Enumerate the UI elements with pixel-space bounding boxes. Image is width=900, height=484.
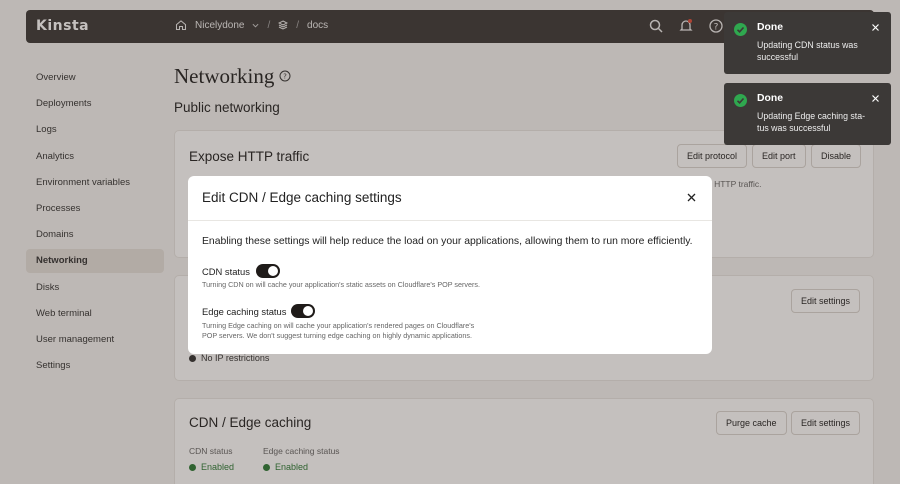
toast-title: Done	[757, 22, 783, 33]
toast-message: Updating Edge caching sta- tus was succe…	[757, 110, 877, 134]
toast-cdn-status: Done Updating CDN status was successful	[724, 12, 891, 74]
edge-caching-description-line1: Turning Edge caching on will cache your …	[202, 321, 475, 330]
close-icon[interactable]	[872, 95, 879, 102]
toast-edge-caching-status: Done Updating Edge caching sta- tus was …	[724, 83, 891, 145]
toast-title: Done	[757, 93, 783, 104]
modal-title: Edit CDN / Edge caching settings	[202, 190, 402, 205]
toast-message-line: successful	[757, 52, 799, 62]
toast-message-line: Updating Edge caching sta-	[757, 111, 866, 121]
modal-intro: Enabling these settings will help reduce…	[202, 236, 693, 247]
close-icon[interactable]	[872, 24, 879, 31]
cdn-status-toggle-label: CDN status	[202, 266, 250, 277]
check-circle-icon	[734, 94, 747, 107]
edge-caching-description-line2: POP servers. We don't suggest turning ed…	[202, 331, 472, 340]
edge-caching-toggle-label: Edge caching status	[202, 306, 287, 317]
modal-header: Edit CDN / Edge caching settings	[188, 176, 712, 221]
edge-caching-toggle[interactable]	[291, 304, 315, 318]
toast-message-line: tus was successful	[757, 123, 831, 133]
cdn-status-description: Turning CDN on will cache your applicati…	[202, 280, 480, 289]
cdn-status-toggle[interactable]	[256, 264, 280, 278]
check-circle-icon	[734, 23, 747, 36]
toast-message: Updating CDN status was successful	[757, 39, 877, 63]
edit-cdn-modal: Edit CDN / Edge caching settings Enablin…	[188, 176, 712, 354]
toast-message-line: Updating CDN status was	[757, 40, 858, 50]
close-icon[interactable]	[687, 193, 696, 202]
